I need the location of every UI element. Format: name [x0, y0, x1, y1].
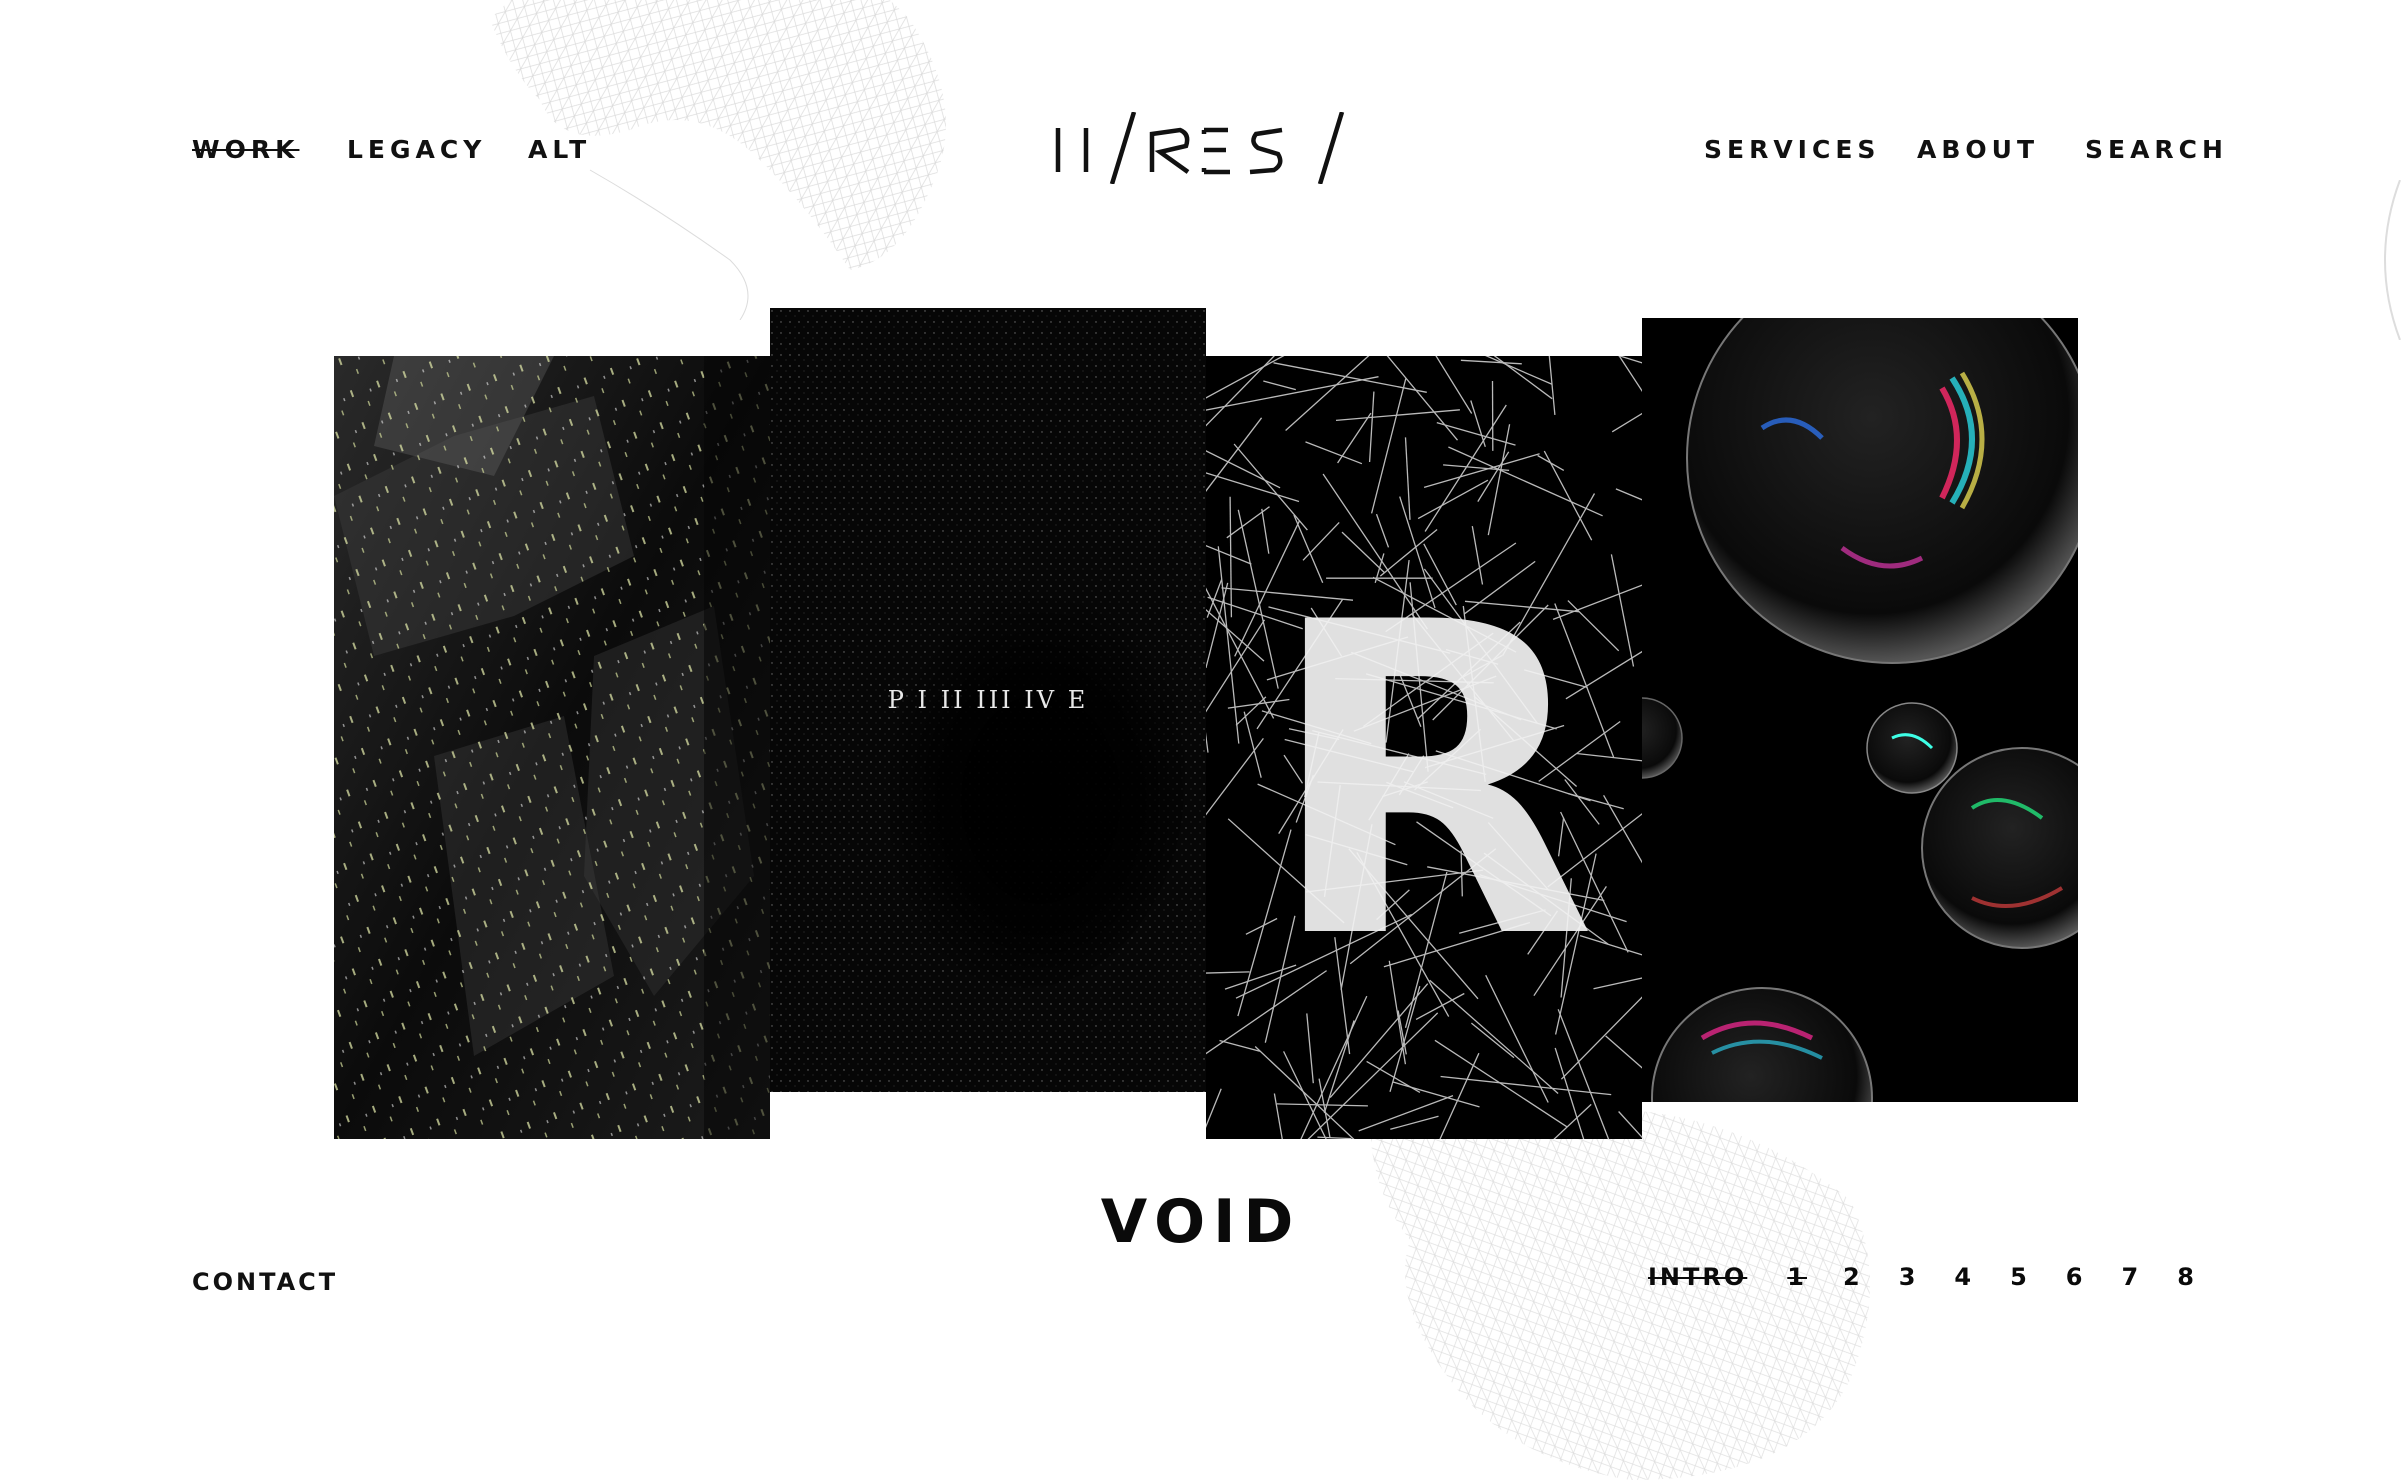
card-glyph: R — [1265, 533, 1596, 1033]
nav-alt[interactable]: ALT — [528, 137, 591, 162]
project-pager: INTRO 1 2 3 4 5 6 7 8 — [1648, 1265, 2197, 1289]
project-card-2[interactable]: P I II III IV E — [770, 308, 1206, 1092]
pager-page-7[interactable]: 7 — [2122, 1265, 2142, 1289]
project-card-3[interactable]: R — [1206, 356, 1642, 1139]
project-card-1[interactable] — [334, 356, 770, 1139]
pager-page-4[interactable]: 4 — [1954, 1265, 1974, 1289]
particle-void-image: P I II III IV E — [770, 308, 1206, 1092]
pager-page-8[interactable]: 8 — [2177, 1265, 2197, 1289]
project-title: VOID — [0, 1192, 2402, 1252]
logo[interactable] — [1052, 112, 1348, 184]
contact-link[interactable]: CONTACT — [192, 1270, 338, 1294]
pager-page-6[interactable]: 6 — [2066, 1265, 2086, 1289]
pager-page-5[interactable]: 5 — [2010, 1265, 2030, 1289]
card-caption: P I II III IV E — [888, 686, 1089, 714]
nav-search[interactable]: SEARCH — [2085, 137, 2228, 162]
crystal-texture-image — [334, 356, 770, 1139]
pager-intro[interactable]: INTRO — [1648, 1265, 1747, 1289]
nav-about[interactable]: ABOUT — [1917, 137, 2039, 162]
nav-work[interactable]: WORK — [192, 137, 299, 162]
background-wireframe-head-top — [430, 0, 990, 320]
nav-services[interactable]: SERVICES — [1704, 137, 1880, 162]
chromatic-spheres-image — [1642, 318, 2078, 1102]
pager-page-3[interactable]: 3 — [1899, 1265, 1919, 1289]
nav-legacy[interactable]: LEGACY — [347, 137, 486, 162]
background-wireframe-edge — [2360, 180, 2402, 340]
project-card-4[interactable] — [1642, 318, 2078, 1102]
shattered-lines-image: R — [1206, 356, 1642, 1139]
pager-page-2[interactable]: 2 — [1843, 1265, 1863, 1289]
pager-page-1[interactable]: 1 — [1787, 1265, 1807, 1289]
